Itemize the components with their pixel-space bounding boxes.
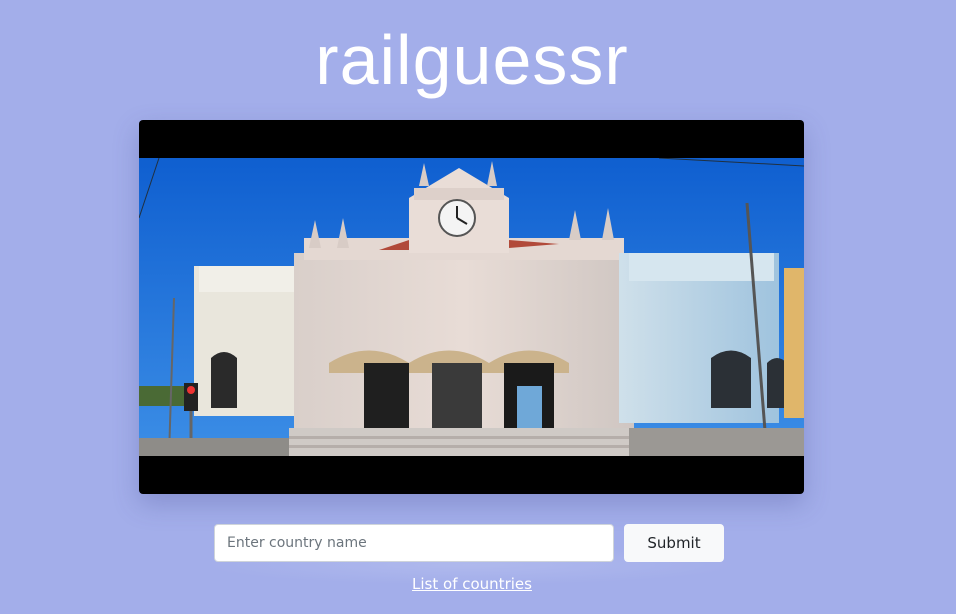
station-photo <box>139 158 804 456</box>
country-input[interactable] <box>214 524 614 562</box>
app-title: railguessr <box>315 21 629 99</box>
list-of-countries-link[interactable]: List of countries <box>412 575 532 593</box>
countries-link-wrapper: List of countries <box>0 574 944 594</box>
station-photo-frame <box>139 120 804 494</box>
page: railguessr Enter country name Submit Lis… <box>0 0 956 614</box>
guess-form: Submit <box>214 524 724 562</box>
submit-button[interactable]: Submit <box>624 524 724 562</box>
